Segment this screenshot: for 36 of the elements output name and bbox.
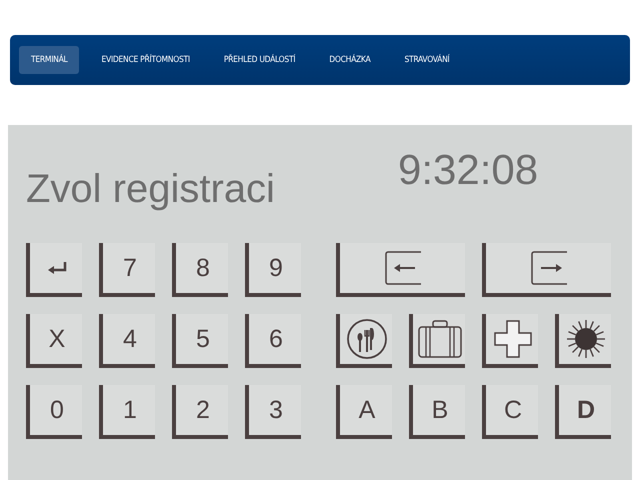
suitcase-icon [417, 319, 463, 359]
enter-key[interactable] [26, 243, 82, 297]
nav-tab[interactable]: STRAVOVÁNÍ [392, 46, 462, 74]
keypad-key[interactable]: B [409, 385, 465, 439]
nav-tab[interactable]: TERMINÁL [19, 46, 80, 74]
keypad-key[interactable]: 6 [245, 314, 301, 368]
meal-key[interactable] [336, 314, 392, 368]
keypad-key[interactable]: 1 [99, 385, 155, 439]
keypad-key[interactable]: D [555, 385, 611, 439]
doctor-key[interactable] [482, 314, 538, 368]
keypad-key[interactable]: 2 [172, 385, 228, 439]
business-trip-key[interactable] [409, 314, 465, 368]
cross-icon [493, 319, 533, 359]
keypad-key[interactable]: 9 [245, 243, 301, 297]
nav-tab[interactable]: DOCHÁZKA [317, 46, 382, 74]
clock-time: 9:32:08 [398, 146, 538, 195]
keypad-key[interactable]: 5 [172, 314, 228, 368]
arrow-out-icon [530, 251, 568, 285]
arrow-in-icon [384, 251, 422, 285]
keypad-key[interactable]: C [482, 385, 538, 439]
keypad-key[interactable]: 8 [172, 243, 228, 297]
nav-tab[interactable]: EVIDENCE PŘÍTOMNOSTI [89, 46, 202, 74]
nav-tab[interactable]: PŘEHLED UDÁLOSTÍ [212, 46, 308, 74]
arrival-key[interactable] [336, 243, 465, 297]
keypad-key[interactable]: 4 [99, 314, 155, 368]
cutlery-icon [346, 318, 388, 360]
sun-icon [566, 319, 606, 359]
keypad-key[interactable]: X [26, 314, 82, 368]
sun-key[interactable] [555, 314, 611, 368]
departure-key[interactable] [482, 243, 611, 297]
keypad-key[interactable]: 7 [99, 243, 155, 297]
prompt-text: Zvol registraci [26, 167, 276, 213]
keypad-key[interactable]: 0 [26, 385, 82, 439]
keypad-key[interactable]: A [336, 385, 392, 439]
keypad-key[interactable]: 3 [245, 385, 301, 439]
enter-icon [46, 260, 68, 276]
